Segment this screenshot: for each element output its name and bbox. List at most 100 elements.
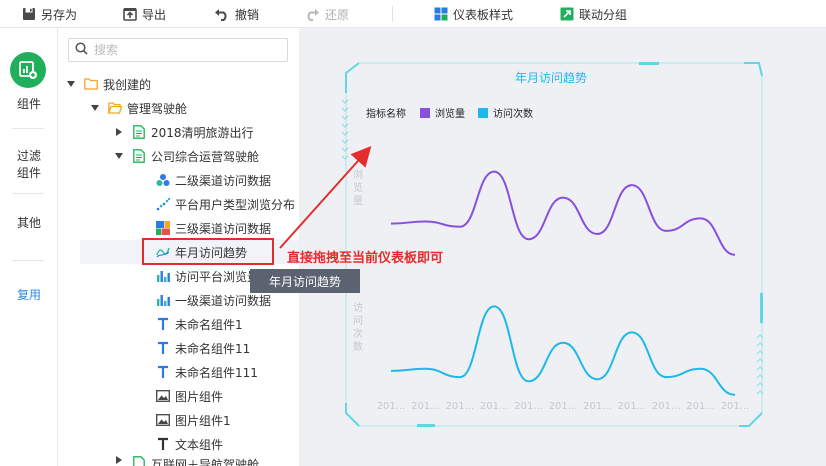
y-axis-label-char: 次 xyxy=(353,327,363,340)
toolbar-divider xyxy=(392,6,393,22)
drag-tooltip: 年月访问趋势 xyxy=(250,269,360,293)
bar-chart-icon xyxy=(156,269,170,283)
tree-item-component[interactable]: 平台用户类型浏览分布 xyxy=(156,192,295,216)
frame-corner xyxy=(345,403,360,427)
link-group-button[interactable]: 联动分组 xyxy=(560,4,627,24)
tree-item-component[interactable]: 二级渠道访问数据 xyxy=(156,168,271,192)
search-icon xyxy=(75,42,88,58)
tree-item-label: 一级渠道访问数据 xyxy=(175,293,272,308)
sidebar-divider xyxy=(12,193,44,194)
legend-title: 指标名称 xyxy=(366,107,406,120)
tree-folder-cockpit[interactable]: 管理驾驶舱 xyxy=(90,96,187,120)
series-line-0[interactable] xyxy=(390,170,736,256)
caret-down-icon[interactable] xyxy=(114,153,124,159)
redo-button[interactable]: 还原 xyxy=(304,4,349,24)
tree-label: 2018清明旅游出行 xyxy=(151,125,254,140)
folder-icon xyxy=(84,77,98,91)
series-line-1[interactable] xyxy=(390,305,736,396)
x-tick-label: 201... xyxy=(652,401,681,412)
save-as-label: 另存为 xyxy=(41,7,78,22)
left-sidebar: 组件 过滤组件 其他 复用 xyxy=(0,28,58,466)
text-icon xyxy=(156,341,170,355)
dashboard-style-button[interactable]: 仪表板样式 xyxy=(434,4,513,24)
tree-item-component[interactable]: 图片组件 xyxy=(156,384,223,408)
legend-label-views[interactable]: 浏览量 xyxy=(435,107,465,120)
image-icon xyxy=(156,413,170,427)
y-axis-label-char: 问 xyxy=(353,314,363,327)
sidebar-item-reuse[interactable]: 复用 xyxy=(0,287,58,304)
x-tick-label: 201... xyxy=(445,401,474,412)
dashboard-file-icon xyxy=(132,125,146,139)
save-icon xyxy=(22,7,36,21)
frame-accent xyxy=(760,293,763,323)
tree-item-label: 未命名组件1 xyxy=(175,317,243,332)
undo-label: 撤销 xyxy=(235,7,260,22)
sidebar-item-other[interactable]: 其他 xyxy=(0,215,58,232)
legend-label-visits[interactable]: 访问次数 xyxy=(493,107,533,120)
annotation-text: 直接拖拽至当前仪表板即可 xyxy=(287,251,444,266)
x-tick-label: 201... xyxy=(411,401,440,412)
tree-item-component[interactable]: 文本组件 xyxy=(156,432,223,456)
tree-folder-my-created[interactable]: 我创建的 xyxy=(66,72,151,96)
x-tick-label: 201... xyxy=(583,401,612,412)
tree-label: 我创建的 xyxy=(103,77,152,92)
frame-corner xyxy=(744,62,763,77)
frame-accent xyxy=(639,62,659,65)
link-group-icon xyxy=(560,7,574,21)
tree-item-component[interactable]: 未命名组件1 xyxy=(156,312,243,336)
tree-item-label: 二级渠道访问数据 xyxy=(175,173,272,188)
chart-title: 年月访问趋势 xyxy=(515,71,587,85)
sidebar-item-component[interactable]: 组件 xyxy=(0,96,58,113)
frame-accent xyxy=(417,424,435,427)
tree-item-component[interactable]: 未命名组件111 xyxy=(156,360,258,384)
frame-corner xyxy=(739,412,763,427)
export-button[interactable]: 导出 xyxy=(123,4,166,24)
tree-item-component[interactable]: 图片组件1 xyxy=(156,408,231,432)
y-axis-label-char: 浏 xyxy=(353,168,363,181)
export-icon xyxy=(123,7,137,21)
image-icon xyxy=(156,389,170,403)
tree-item-label: 文本组件 xyxy=(175,437,224,452)
text-icon xyxy=(156,317,170,331)
scatter-icon xyxy=(156,197,170,211)
dashboard-file-icon xyxy=(132,456,146,466)
search-box[interactable] xyxy=(68,38,288,62)
y-axis-label-char: 览 xyxy=(353,181,363,194)
undo-button[interactable]: 撤销 xyxy=(214,4,259,24)
tree-item-label: 未命名组件11 xyxy=(175,341,251,356)
tree-item-component[interactable]: 三级渠道访问数据 xyxy=(156,216,271,240)
redo-label: 还原 xyxy=(325,7,350,22)
tree-item-component[interactable]: 访问平台浏览量 xyxy=(156,264,259,288)
save-as-button[interactable]: 另存为 xyxy=(22,4,77,24)
toolbar: 另存为 导出 撤销 还原 仪表板样式 联动分组 xyxy=(0,0,826,28)
tree-dashboard-next[interactable]: 互联网＋导航驾驶舱 xyxy=(114,456,259,466)
sidebar-item-filter[interactable]: 过滤组件 xyxy=(0,148,58,182)
caret-down-icon[interactable] xyxy=(66,81,76,87)
search-input[interactable] xyxy=(94,43,274,57)
tree-dashboard-travel[interactable]: 2018清明旅游出行 xyxy=(114,120,254,144)
sidebar-divider xyxy=(12,128,44,129)
x-tick-label: 201... xyxy=(377,401,406,412)
treemap-icon xyxy=(156,221,170,235)
tree-item-component[interactable]: 未命名组件11 xyxy=(156,336,250,360)
tree-label: 管理驾驶舱 xyxy=(127,101,188,116)
tree-dashboard-company[interactable]: 公司综合运营驾驶舱 xyxy=(114,144,259,168)
tree-item-label: 访问平台浏览量 xyxy=(175,269,260,284)
caret-right-icon[interactable] xyxy=(114,128,124,136)
link-group-label: 联动分组 xyxy=(579,7,628,22)
x-tick-label: 201... xyxy=(514,401,543,412)
component-icon[interactable] xyxy=(10,52,46,88)
tree-label: 互联网＋导航驾驶舱 xyxy=(151,458,260,466)
drag-source-highlight xyxy=(142,238,274,265)
x-tick-label: 201... xyxy=(549,401,578,412)
caret-right-icon[interactable] xyxy=(114,456,124,464)
caret-down-icon[interactable] xyxy=(90,105,100,111)
text-icon xyxy=(156,365,170,379)
legend-swatch-views xyxy=(420,108,430,118)
bar-chart-icon xyxy=(156,293,170,307)
dashboard-style-icon xyxy=(434,7,448,21)
x-tick-label: 201... xyxy=(686,401,715,412)
folder-open-icon xyxy=(108,101,122,115)
cluster-icon xyxy=(156,173,170,187)
y-axis-label-char: 量 xyxy=(353,195,363,207)
